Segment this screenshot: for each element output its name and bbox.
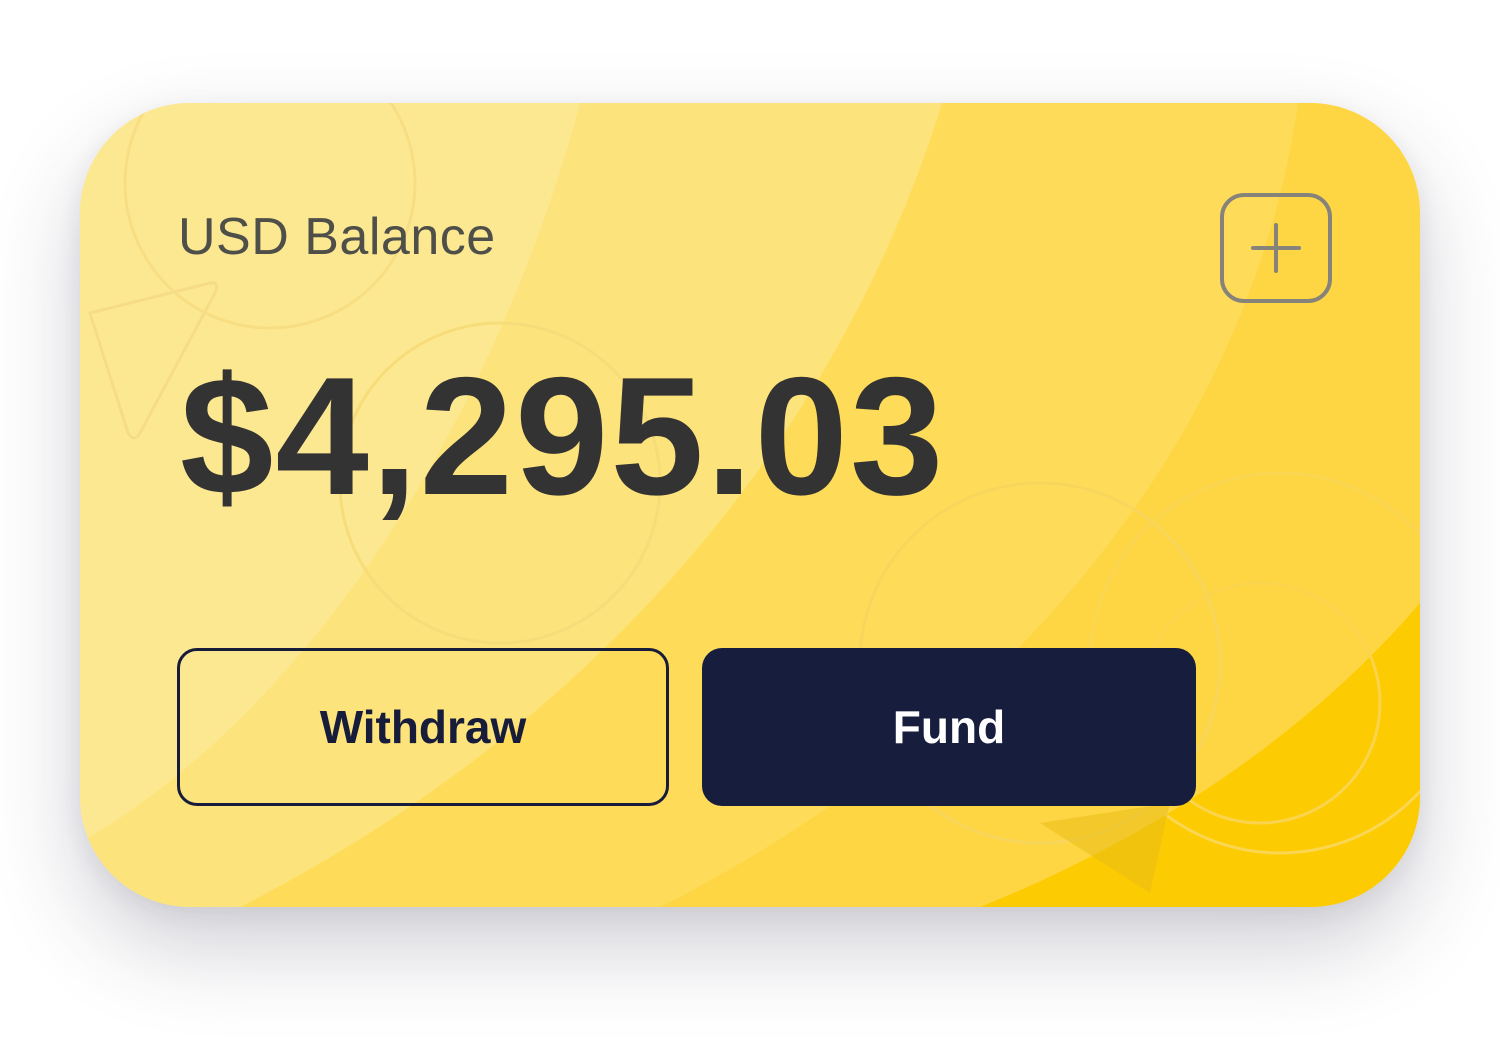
add-balance-button[interactable]	[1220, 193, 1332, 303]
balance-card: USD Balance $4,295.03 Withdraw Fund	[80, 103, 1420, 907]
balance-amount: $4,295.03	[180, 342, 946, 530]
page: USD Balance $4,295.03 Withdraw Fund	[0, 0, 1500, 1044]
fund-button[interactable]: Fund	[702, 648, 1196, 806]
balance-label: USD Balance	[178, 208, 496, 266]
withdraw-button-label: Withdraw	[319, 701, 527, 753]
fund-button-label: Fund	[892, 701, 1006, 753]
plus-icon	[1251, 223, 1301, 273]
withdraw-button[interactable]: Withdraw	[177, 648, 669, 806]
